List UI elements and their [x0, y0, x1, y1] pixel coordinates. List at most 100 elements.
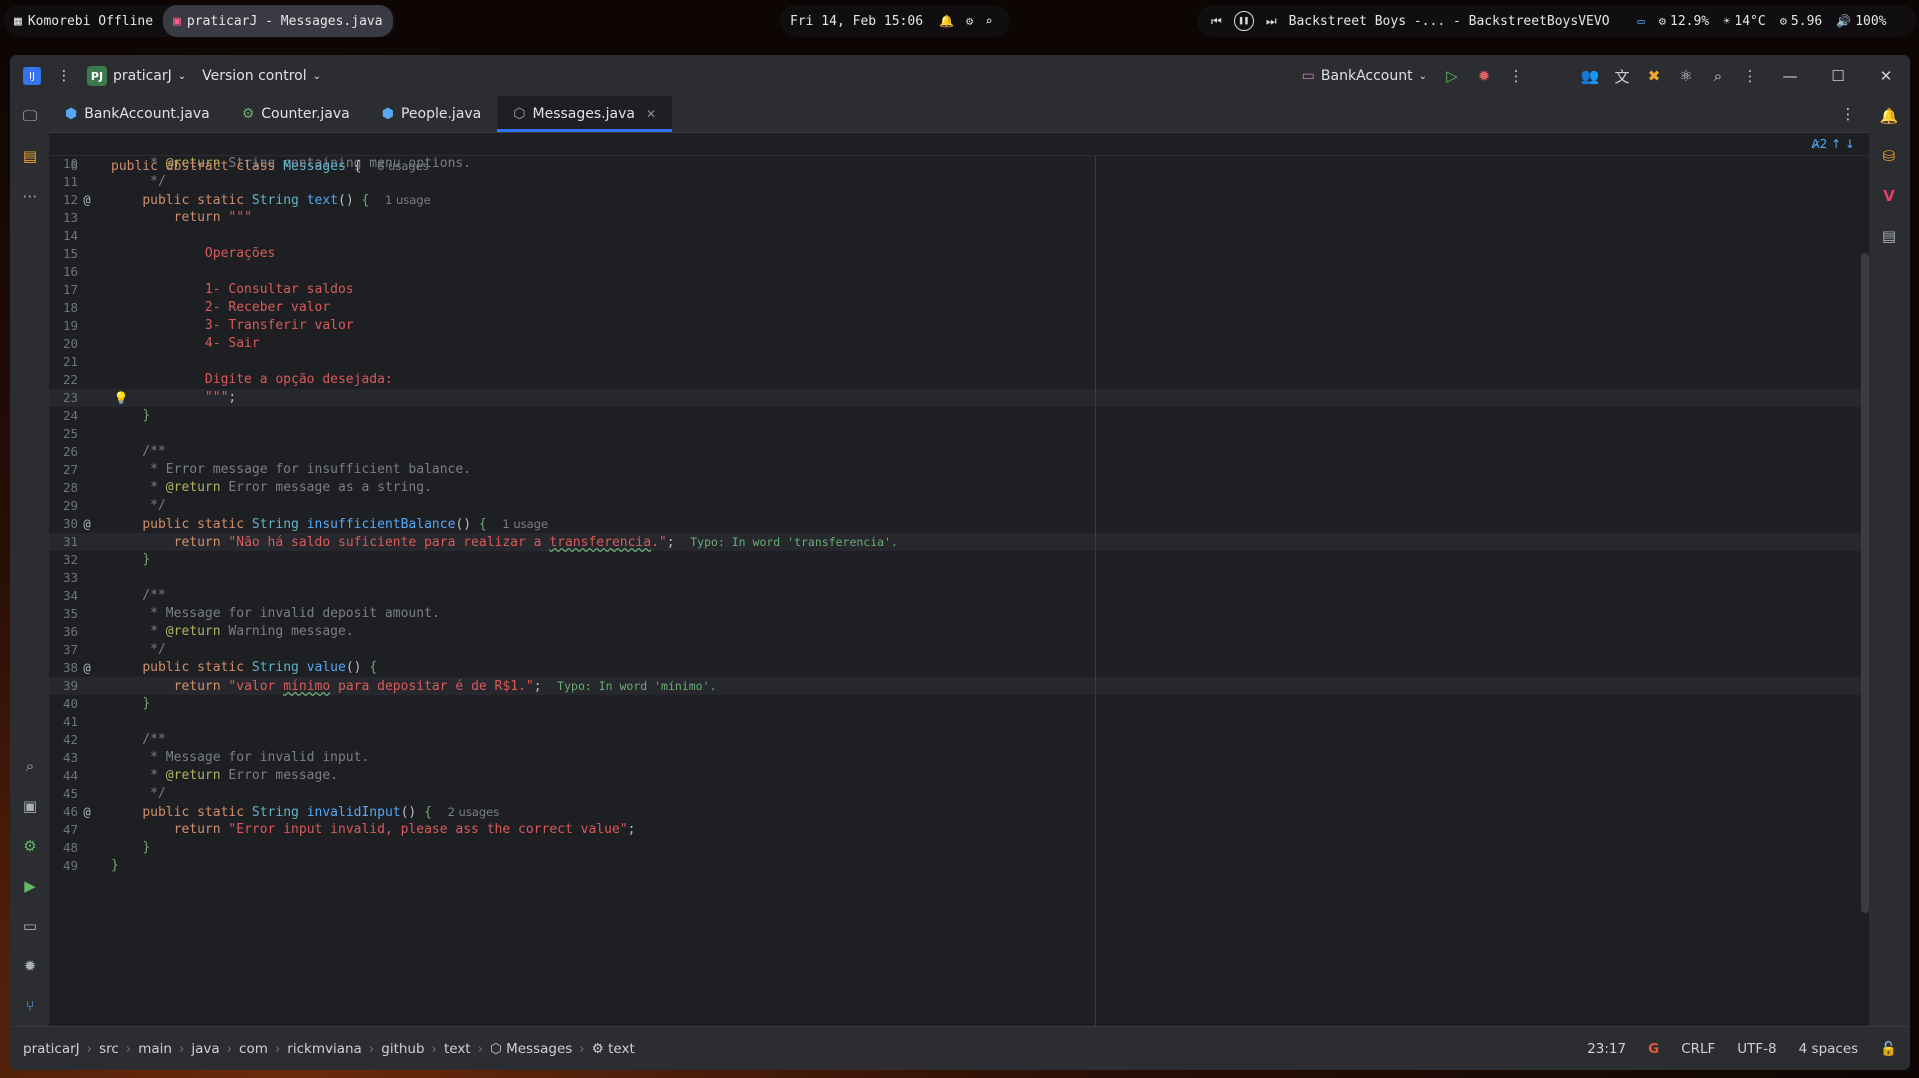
- breadcrumb-item[interactable]: rickmviana: [287, 1041, 362, 1057]
- code-text[interactable]: * Error message for insufficient balance…: [111, 461, 471, 479]
- code-line[interactable]: 42 /**: [49, 731, 1869, 749]
- code-text[interactable]: * Message for invalid deposit amount.: [111, 605, 440, 623]
- breadcrumb-item[interactable]: java: [191, 1041, 219, 1057]
- code-line[interactable]: 20 4- Sair: [49, 335, 1869, 353]
- code-line[interactable]: 37 */: [49, 641, 1869, 659]
- code-line[interactable]: 44 * @return Error message.: [49, 767, 1869, 785]
- code-line[interactable]: 15 Operações: [49, 245, 1869, 263]
- breadcrumb-item[interactable]: ⬡ Messages: [490, 1041, 572, 1057]
- code-line[interactable]: 34 /**: [49, 587, 1869, 605]
- code-line[interactable]: 13 return """: [49, 209, 1869, 227]
- search-icon[interactable]: ⌕: [985, 14, 992, 28]
- screen-icon[interactable]: ▭: [1638, 14, 1645, 28]
- code-text[interactable]: public static String insufficientBalance…: [111, 515, 548, 534]
- breadcrumb-item[interactable]: main: [138, 1041, 172, 1057]
- code-line[interactable]: 23 💡 """;: [49, 389, 1869, 407]
- code-line[interactable]: 33: [49, 569, 1869, 587]
- code-text[interactable]: public static String invalidInput() { 2 …: [111, 803, 499, 822]
- code-line[interactable]: 45 */: [49, 785, 1869, 803]
- code-line[interactable]: 40 }: [49, 695, 1869, 713]
- code-line[interactable]: 41: [49, 713, 1869, 731]
- breadcrumb-item[interactable]: com: [239, 1041, 268, 1057]
- code-text[interactable]: return "valor mínimo para depositar é de…: [111, 677, 717, 696]
- caret-position[interactable]: 23:17: [1587, 1041, 1626, 1057]
- code-line[interactable]: 27 * Error message for insufficient bala…: [49, 461, 1869, 479]
- gear-icon[interactable]: ⚙: [966, 14, 973, 28]
- services-tool-icon[interactable]: ▣: [15, 791, 45, 821]
- maximize-button[interactable]: ☐: [1815, 56, 1861, 96]
- run-config-selector[interactable]: ▭ BankAccount ⌄: [1294, 61, 1435, 91]
- active-window-item[interactable]: ▣ praticarJ - Messages.java: [163, 5, 393, 37]
- run-icon[interactable]: ▷: [1437, 61, 1467, 91]
- bell-icon[interactable]: 🔔: [939, 14, 954, 28]
- code-text[interactable]: */: [111, 641, 166, 659]
- code-text[interactable]: }: [111, 695, 150, 713]
- next-track-icon[interactable]: ⏭: [1266, 14, 1277, 29]
- volume-level[interactable]: 100%: [1855, 14, 1886, 29]
- code-text[interactable]: public static String value() {: [111, 659, 377, 677]
- breadcrumb-item[interactable]: ⚙ text: [592, 1041, 635, 1057]
- usages-hint[interactable]: 1 usage: [502, 517, 548, 531]
- terminal-tool-icon[interactable]: ▭: [15, 911, 45, 941]
- project-tool-icon[interactable]: 🖵: [15, 101, 45, 131]
- code-text[interactable]: */: [111, 497, 166, 515]
- sticky-header[interactable]: 6 public abstract class Messages { 6 usag…: [49, 133, 1869, 174]
- more-actions-icon[interactable]: ⋮: [1501, 61, 1531, 91]
- main-menu-button[interactable]: IJ: [15, 61, 49, 91]
- volume-icon[interactable]: 🔊: [1836, 14, 1851, 28]
- code-line[interactable]: 25: [49, 425, 1869, 443]
- code-text[interactable]: * Message for invalid input.: [111, 749, 369, 767]
- more-tools-icon[interactable]: ⋯: [15, 181, 45, 211]
- override-marker-icon[interactable]: @: [77, 515, 97, 533]
- code-text[interactable]: """;: [111, 389, 236, 407]
- line-ending[interactable]: CRLF: [1681, 1041, 1715, 1057]
- code-line[interactable]: 35 * Message for invalid deposit amount.: [49, 605, 1869, 623]
- git-tool-icon[interactable]: ⑂: [15, 991, 45, 1021]
- debug-tool-icon[interactable]: ✹: [15, 951, 45, 981]
- translate-icon[interactable]: 文: [1607, 61, 1637, 91]
- code-line[interactable]: 38 @ public static String value() {: [49, 659, 1869, 677]
- database-icon[interactable]: ⛁: [1874, 141, 1904, 171]
- code-text[interactable]: return """: [111, 209, 252, 227]
- version-control-selector[interactable]: Version control ⌄: [194, 61, 329, 91]
- grammar-icon[interactable]: G: [1648, 1041, 1659, 1057]
- lock-icon[interactable]: 🔓: [1880, 1041, 1897, 1057]
- code-text[interactable]: }: [111, 857, 119, 875]
- code-text[interactable]: }: [111, 407, 150, 425]
- code-line[interactable]: 17 1- Consultar saldos: [49, 281, 1869, 299]
- code-text[interactable]: }: [111, 839, 150, 857]
- code-line[interactable]: 22 Digite a opção desejada:: [49, 371, 1869, 389]
- code-text[interactable]: * @return Error message.: [111, 767, 338, 785]
- code-text[interactable]: 1- Consultar saldos: [111, 281, 354, 299]
- ai-assistant-icon[interactable]: ⚛: [1671, 61, 1701, 91]
- code-line[interactable]: 26 /**: [49, 443, 1869, 461]
- workspace-switcher[interactable]: ▦ Komorebi Offline: [4, 5, 163, 37]
- close-icon[interactable]: ✕: [646, 107, 656, 121]
- previous-track-icon[interactable]: ⏮: [1211, 14, 1222, 29]
- settings-dots-icon[interactable]: ⋮: [1735, 61, 1765, 91]
- project-selector[interactable]: PJ praticarJ ⌄: [79, 61, 194, 91]
- code-text[interactable]: Digite a opção desejada:: [111, 371, 393, 389]
- code-line[interactable]: 43 * Message for invalid input.: [49, 749, 1869, 767]
- code-line[interactable]: 49}: [49, 857, 1869, 875]
- notifications-icon[interactable]: 🔔: [1874, 101, 1904, 131]
- breadcrumb-item[interactable]: github: [381, 1041, 424, 1057]
- code-line[interactable]: 32 }: [49, 551, 1869, 569]
- code-text[interactable]: 3- Transferir valor: [111, 317, 354, 335]
- code-line[interactable]: 29 */: [49, 497, 1869, 515]
- media-title[interactable]: Backstreet Boys -... - BackstreetBoysVEV…: [1289, 14, 1610, 29]
- breadcrumb-item[interactable]: praticarJ: [23, 1041, 80, 1057]
- code-editor[interactable]: 6 public abstract class Messages { 6 usag…: [49, 133, 1869, 1026]
- tab-counter[interactable]: ⚙ Counter.java: [226, 96, 366, 132]
- code-text[interactable]: }: [111, 551, 150, 569]
- tab-messages[interactable]: ⬡ Messages.java ✕: [497, 96, 672, 132]
- code-with-me-icon[interactable]: 👥: [1575, 61, 1605, 91]
- indent-setting[interactable]: 4 spaces: [1799, 1041, 1859, 1057]
- code-line[interactable]: 36 * @return Warning message.: [49, 623, 1869, 641]
- clock[interactable]: Fri 14, Feb 15:06: [780, 5, 933, 37]
- structure-tool-icon[interactable]: ▤: [15, 141, 45, 171]
- code-text[interactable]: * @return Error message as a string.: [111, 479, 432, 497]
- file-encoding[interactable]: UTF-8: [1737, 1041, 1776, 1057]
- breadcrumb-item[interactable]: src: [99, 1041, 119, 1057]
- code-text[interactable]: 4- Sair: [111, 335, 260, 353]
